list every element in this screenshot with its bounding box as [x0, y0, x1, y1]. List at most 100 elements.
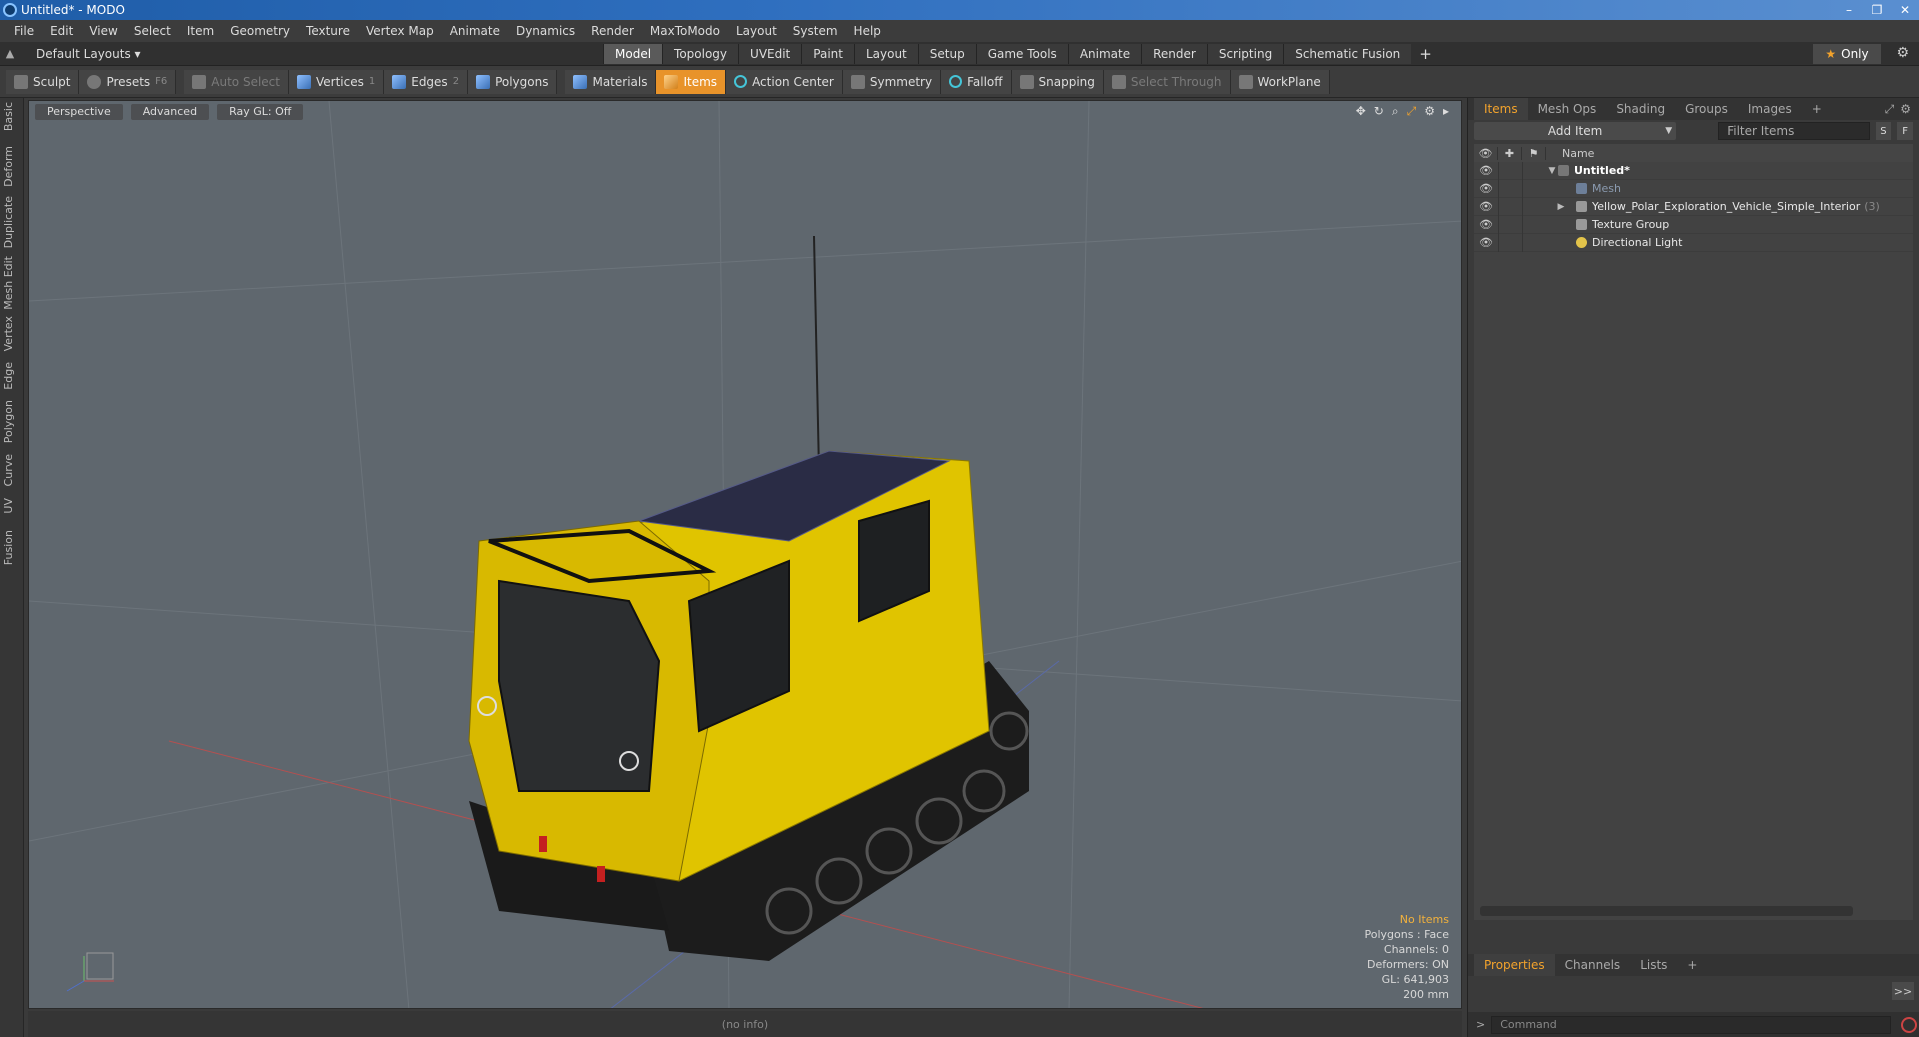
add-panel-tab-button[interactable]: + [1802, 98, 1832, 120]
tab-images[interactable]: Images [1738, 98, 1802, 120]
minimize-button[interactable]: – [1835, 0, 1863, 20]
tab-uvedit[interactable]: UVEdit [738, 44, 802, 64]
menu-geometry[interactable]: Geometry [222, 24, 298, 38]
left-tab-deform[interactable]: Deform [2, 146, 22, 187]
menu-view[interactable]: View [81, 24, 125, 38]
left-tab-curve[interactable]: Curve [2, 454, 22, 486]
viewport-gear-icon[interactable]: ⚙ [1424, 104, 1435, 119]
tab-lists[interactable]: Lists [1630, 954, 1677, 976]
left-tab-polygon[interactable]: Polygon [2, 400, 22, 443]
presets-button[interactable]: Presets F6 [79, 69, 177, 94]
command-input[interactable]: Command [1491, 1015, 1892, 1034]
tab-mesh-ops[interactable]: Mesh Ops [1528, 98, 1607, 120]
tab-render[interactable]: Render [1141, 44, 1207, 64]
menu-vertex-map[interactable]: Vertex Map [358, 24, 442, 38]
action-center-button[interactable]: Action Center [726, 69, 843, 94]
tab-schematic-fusion[interactable]: Schematic Fusion [1283, 44, 1412, 64]
menu-layout[interactable]: Layout [728, 24, 785, 38]
menu-system[interactable]: System [785, 24, 846, 38]
menu-animate[interactable]: Animate [442, 24, 508, 38]
visibility-eye-icon[interactable]: 👁 [1474, 200, 1498, 213]
left-tab-vertex[interactable]: Vertex [2, 316, 22, 351]
tab-animate[interactable]: Animate [1067, 44, 1142, 64]
menu-file[interactable]: File [6, 24, 42, 38]
3d-viewport[interactable]: Perspective Advanced Ray GL: Off ✥ ↻ ⌕ ⤢… [28, 100, 1462, 1009]
left-tab-mesh-edit[interactable]: Mesh Edit [2, 256, 22, 310]
add-item-button[interactable]: Add Item ▼ [1474, 122, 1677, 140]
expand-properties-button[interactable]: >> [1892, 982, 1914, 1000]
tree-row-vehicle[interactable]: 👁 ▶ Yellow_Polar_Exploration_Vehicle_Sim… [1474, 197, 1913, 216]
tab-game-tools[interactable]: Game Tools [975, 44, 1068, 64]
visibility-eye-icon[interactable]: 👁 [1474, 236, 1498, 249]
tab-model[interactable]: Model [603, 44, 663, 64]
auto-select-button[interactable]: Auto Select [184, 69, 289, 94]
edges-button[interactable]: Edges 2 [384, 69, 469, 94]
tab-channels[interactable]: Channels [1555, 954, 1631, 976]
visibility-eye-icon[interactable]: 👁 [1474, 164, 1498, 177]
menu-edit[interactable]: Edit [42, 24, 81, 38]
pan-icon[interactable]: ✥ [1356, 104, 1366, 119]
tab-paint[interactable]: Paint [801, 44, 854, 64]
menu-help[interactable]: Help [846, 24, 889, 38]
left-tab-basic[interactable]: Basic [2, 102, 22, 131]
tree-row-texture-group[interactable]: 👁 Texture Group [1474, 215, 1913, 234]
tree-row-scene[interactable]: 👁 ▼ Untitled* [1474, 161, 1913, 180]
layout-select[interactable]: Default Layouts ▾ [36, 47, 141, 61]
expand-triangle-icon[interactable]: ▶ [1546, 202, 1576, 212]
rotate-icon[interactable]: ↻ [1374, 104, 1384, 119]
tree-horizontal-scrollbar[interactable] [1480, 906, 1853, 916]
tab-setup[interactable]: Setup [917, 44, 976, 64]
add-properties-tab-button[interactable]: + [1677, 954, 1707, 976]
menu-render[interactable]: Render [583, 24, 642, 38]
add-layout-tab-button[interactable]: + [1411, 44, 1440, 64]
menu-select[interactable]: Select [126, 24, 179, 38]
tab-layout[interactable]: Layout [853, 44, 918, 64]
s-button[interactable]: S [1875, 122, 1892, 140]
menu-dynamics[interactable]: Dynamics [508, 24, 583, 38]
advanced-button[interactable]: Advanced [130, 104, 210, 120]
select-through-button[interactable]: Select Through [1103, 69, 1231, 94]
stop-icon[interactable] [1901, 1016, 1918, 1033]
left-tab-fusion[interactable]: Fusion [2, 530, 22, 565]
only-toggle[interactable]: ★ Only [1813, 44, 1881, 64]
visibility-eye-icon[interactable]: 👁 [1474, 218, 1498, 231]
symmetry-button[interactable]: Symmetry [842, 69, 942, 94]
tab-shading[interactable]: Shading [1606, 98, 1675, 120]
layout-collapse-icon[interactable]: ▲ [0, 47, 20, 60]
f-button[interactable]: F [1897, 122, 1913, 140]
materials-button[interactable]: Materials [565, 69, 657, 94]
expand-triangle-icon[interactable]: ▼ [1546, 166, 1558, 176]
left-tab-duplicate[interactable]: Duplicate [2, 196, 22, 248]
sculpt-button[interactable]: Sculpt [6, 69, 80, 94]
expand-panel-icon[interactable]: ⤢ [1885, 102, 1895, 117]
viewport-menu-icon[interactable]: ▸ [1443, 104, 1449, 119]
render-header-icon[interactable]: ⚑ [1522, 146, 1546, 160]
visibility-eye-icon[interactable]: 👁 [1474, 182, 1498, 195]
close-button[interactable]: ✕ [1891, 0, 1919, 20]
view-mode-button[interactable]: Perspective [35, 104, 123, 120]
raygl-button[interactable]: Ray GL: Off [217, 104, 304, 120]
falloff-button[interactable]: Falloff [941, 69, 1012, 94]
tab-properties[interactable]: Properties [1474, 954, 1555, 976]
tree-row-mesh[interactable]: 👁 Mesh [1474, 179, 1913, 198]
tab-scripting[interactable]: Scripting [1206, 44, 1284, 64]
maximize-button[interactable]: ❐ [1863, 0, 1891, 20]
items-button[interactable]: Items [656, 69, 727, 94]
zoom-icon[interactable]: ⌕ [1392, 104, 1399, 119]
panel-gear-icon[interactable]: ⚙ [1900, 102, 1911, 117]
workplane-button[interactable]: WorkPlane [1230, 69, 1330, 94]
left-tab-uv[interactable]: UV [2, 498, 22, 514]
filter-items-input[interactable]: Filter Items [1718, 122, 1870, 140]
tab-items[interactable]: Items [1474, 98, 1528, 120]
menu-maxtomodo[interactable]: MaxToModo [642, 24, 728, 38]
tab-groups[interactable]: Groups [1675, 98, 1738, 120]
lock-header-icon[interactable]: ✚ [1498, 146, 1522, 160]
vertices-button[interactable]: Vertices 1 [288, 69, 385, 94]
gear-icon[interactable]: ⚙ [1896, 45, 1909, 61]
left-tab-edge[interactable]: Edge [2, 362, 22, 390]
name-column-header[interactable]: Name [1546, 147, 1594, 160]
tab-topology[interactable]: Topology [662, 44, 739, 64]
visibility-header-icon[interactable]: 👁 [1474, 146, 1498, 160]
tree-row-directional-light[interactable]: 👁 Directional Light [1474, 233, 1913, 252]
maximize-viewport-icon[interactable]: ⤢ [1407, 104, 1417, 119]
